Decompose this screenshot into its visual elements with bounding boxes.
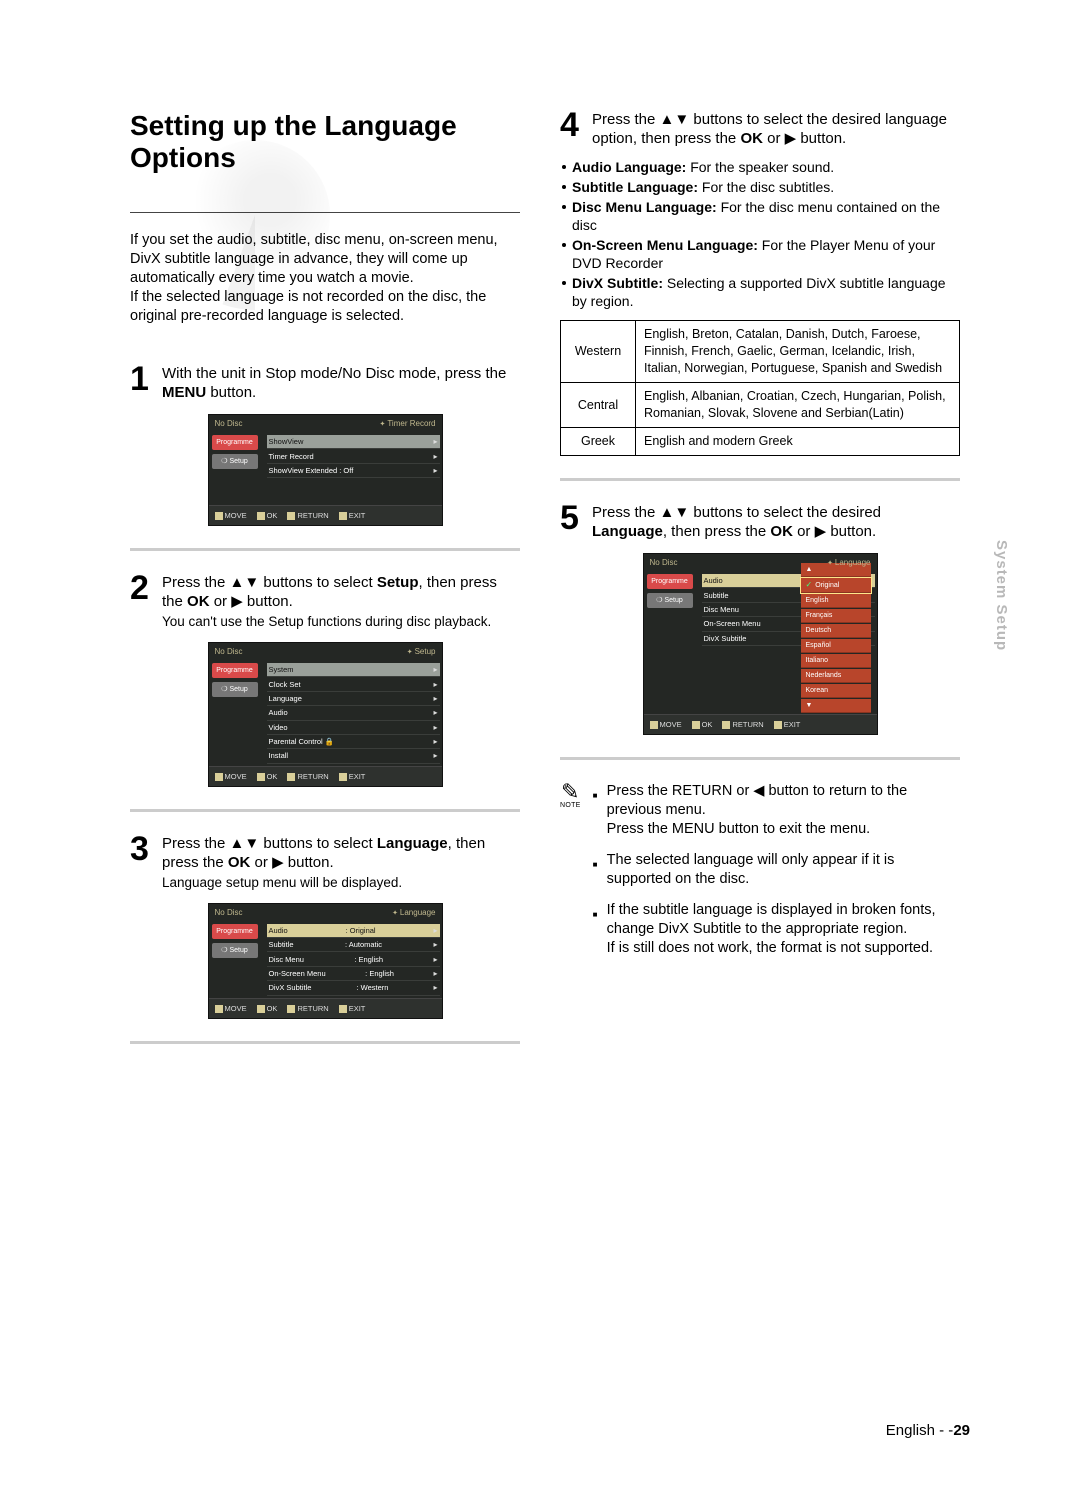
language-region-table: Western English, Breton, Catalan, Danish… (560, 320, 960, 456)
table-row: Western English, Breton, Catalan, Danish… (561, 321, 960, 383)
step-4-bullets: Audio Language: For the speaker sound. S… (560, 158, 960, 310)
step-1-number: 1 (130, 364, 154, 402)
note-item: If the subtitle language is displayed in… (593, 901, 960, 958)
osd-screen-1: No DiscTimer Record Programme Setup Show… (208, 414, 443, 526)
osd-screen-3: No DiscLanguage Programme Setup Audio: O… (208, 903, 443, 1019)
page-footer: English -29 (886, 1422, 970, 1439)
step-3: 3 Press the ▲▼ buttons to select Languag… (130, 834, 520, 891)
page-title: Setting up the Language Options (130, 110, 520, 174)
table-row: Central English, Albanian, Croatian, Cze… (561, 383, 960, 428)
step-4: 4 Press the ▲▼ buttons to select the des… (560, 110, 960, 148)
step-5: 5 Press the ▲▼ buttons to select the des… (560, 503, 960, 541)
osd-screen-5: No DiscLanguage Programme Setup Audio Su… (643, 553, 878, 735)
osd1-side-programme: Programme (212, 435, 258, 450)
note-item: The selected language will only appear i… (593, 851, 960, 889)
note-item: Press the RETURN or ◀ button to return t… (593, 782, 960, 839)
table-row: Greek English and modern Greek (561, 428, 960, 456)
section-sidelabel: System Setup (993, 540, 1010, 651)
step-2: 2 Press the ▲▼ buttons to select Setup, … (130, 573, 520, 630)
note-icon: ✎ NOTE (560, 782, 581, 970)
osd1-side-setup: Setup (212, 454, 258, 469)
step-separator (130, 548, 520, 551)
osd-screen-2: No DiscSetup Programme Setup System▸ Clo… (208, 642, 443, 787)
note-block: ✎ NOTE Press the RETURN or ◀ button to r… (560, 782, 960, 970)
step-1: 1 With the unit in Stop mode/No Disc mod… (130, 364, 520, 402)
title-text: Setting up the Language Options (130, 110, 520, 174)
step-1-body: With the unit in Stop mode/No Disc mode,… (162, 364, 520, 402)
